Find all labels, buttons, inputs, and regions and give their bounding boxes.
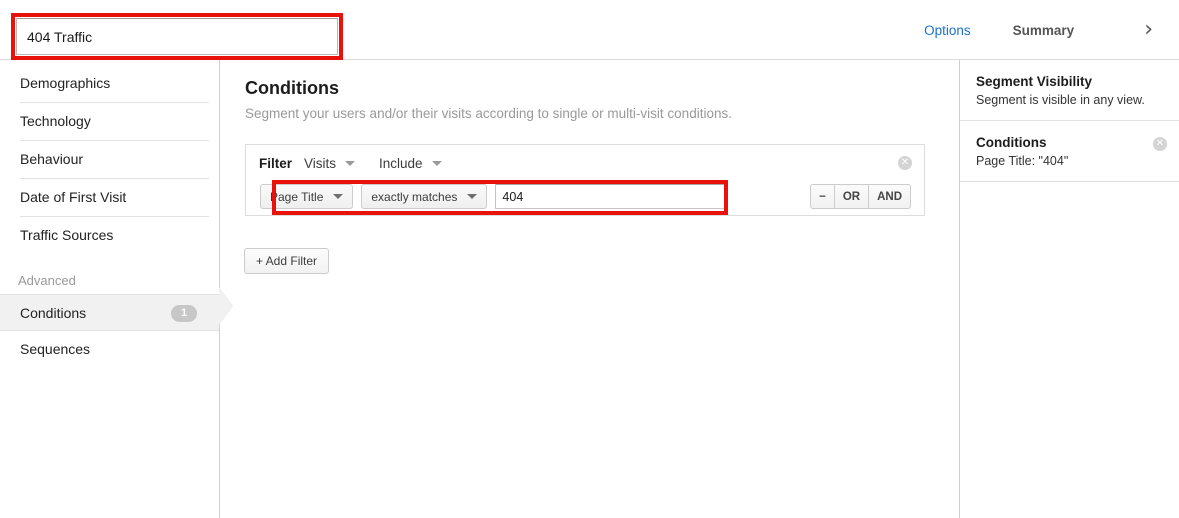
and-button[interactable]: AND	[868, 184, 911, 209]
top-bar: Options Summary ›	[0, 0, 1179, 60]
chevron-down-icon	[333, 194, 343, 199]
chevron-right-icon[interactable]: ›	[1144, 19, 1153, 41]
chevron-down-icon	[432, 161, 442, 166]
filter-header: Filter Visits Include	[259, 156, 466, 171]
filter-scope-value: Visits	[304, 156, 336, 171]
summary-label: Summary	[1013, 23, 1075, 38]
operator-value: exactly matches	[371, 190, 457, 204]
filter-value-input[interactable]	[495, 184, 727, 209]
segment-visibility-text: Segment is visible in any view.	[976, 93, 1163, 107]
chevron-down-icon	[345, 161, 355, 166]
sidebar-item-label: Demographics	[20, 75, 110, 91]
top-bar-actions: Options Summary ›	[924, 0, 1179, 60]
dimension-value: Page Title	[270, 190, 323, 204]
sidebar-item-behaviour[interactable]: Behaviour	[20, 141, 209, 179]
sidebar-item-label: Traffic Sources	[20, 227, 113, 243]
filter-mode-value: Include	[379, 156, 423, 171]
options-link[interactable]: Options	[924, 23, 971, 38]
sidebar-item-label: Technology	[20, 113, 91, 129]
page-subtitle: Segment your users and/or their visits a…	[245, 106, 959, 121]
sidebar-item-sequences[interactable]: Sequences	[20, 331, 209, 368]
page-title: Conditions	[245, 78, 959, 99]
filter-logic-buttons: − OR AND	[810, 184, 911, 209]
filter-condition-row: Page Title exactly matches	[260, 184, 727, 209]
operator-dropdown[interactable]: exactly matches	[361, 184, 487, 209]
segment-name-input[interactable]	[16, 18, 338, 55]
conditions-summary-section: Conditions Page Title: "404" ✕	[960, 121, 1179, 182]
left-sidebar: Demographics Technology Behaviour Date o…	[0, 60, 220, 518]
dimension-dropdown[interactable]: Page Title	[260, 184, 353, 209]
sidebar-item-label: Conditions	[20, 305, 86, 321]
filter-panel: Filter Visits Include ✕ Page Title exact…	[245, 144, 925, 216]
sidebar-group-advanced: Advanced	[18, 268, 219, 294]
segment-visibility-title: Segment Visibility	[976, 74, 1163, 89]
filter-mode-dropdown[interactable]: Include	[379, 156, 442, 171]
segment-visibility-section: Segment Visibility Segment is visible in…	[960, 60, 1179, 121]
sidebar-item-demographics[interactable]: Demographics	[20, 65, 209, 103]
sidebar-item-label: Sequences	[20, 341, 90, 357]
main-content: Conditions Segment your users and/or the…	[221, 60, 959, 518]
sidebar-item-traffic-sources[interactable]: Traffic Sources	[20, 217, 209, 254]
conditions-count-badge: 1	[171, 305, 197, 322]
segment-name-wrapper	[16, 18, 338, 55]
selected-pointer-icon	[219, 287, 233, 325]
conditions-summary-title: Conditions	[976, 135, 1163, 150]
filter-scope-dropdown[interactable]: Visits	[304, 156, 355, 171]
right-summary-panel: Segment Visibility Segment is visible in…	[959, 60, 1179, 518]
chevron-down-icon	[467, 194, 477, 199]
sidebar-item-technology[interactable]: Technology	[20, 103, 209, 141]
remove-condition-button[interactable]: −	[810, 184, 835, 209]
conditions-summary-text: Page Title: "404"	[976, 154, 1163, 168]
sidebar-item-date-of-first-visit[interactable]: Date of First Visit	[20, 179, 209, 217]
close-icon[interactable]: ✕	[898, 156, 912, 170]
sidebar-item-label: Behaviour	[20, 151, 83, 167]
sidebar-item-label: Date of First Visit	[20, 189, 126, 205]
close-icon[interactable]: ✕	[1153, 137, 1167, 151]
add-filter-button[interactable]: + Add Filter	[244, 248, 329, 274]
filter-label: Filter	[259, 156, 292, 171]
sidebar-item-conditions[interactable]: Conditions 1	[0, 294, 219, 331]
or-button[interactable]: OR	[834, 184, 869, 209]
